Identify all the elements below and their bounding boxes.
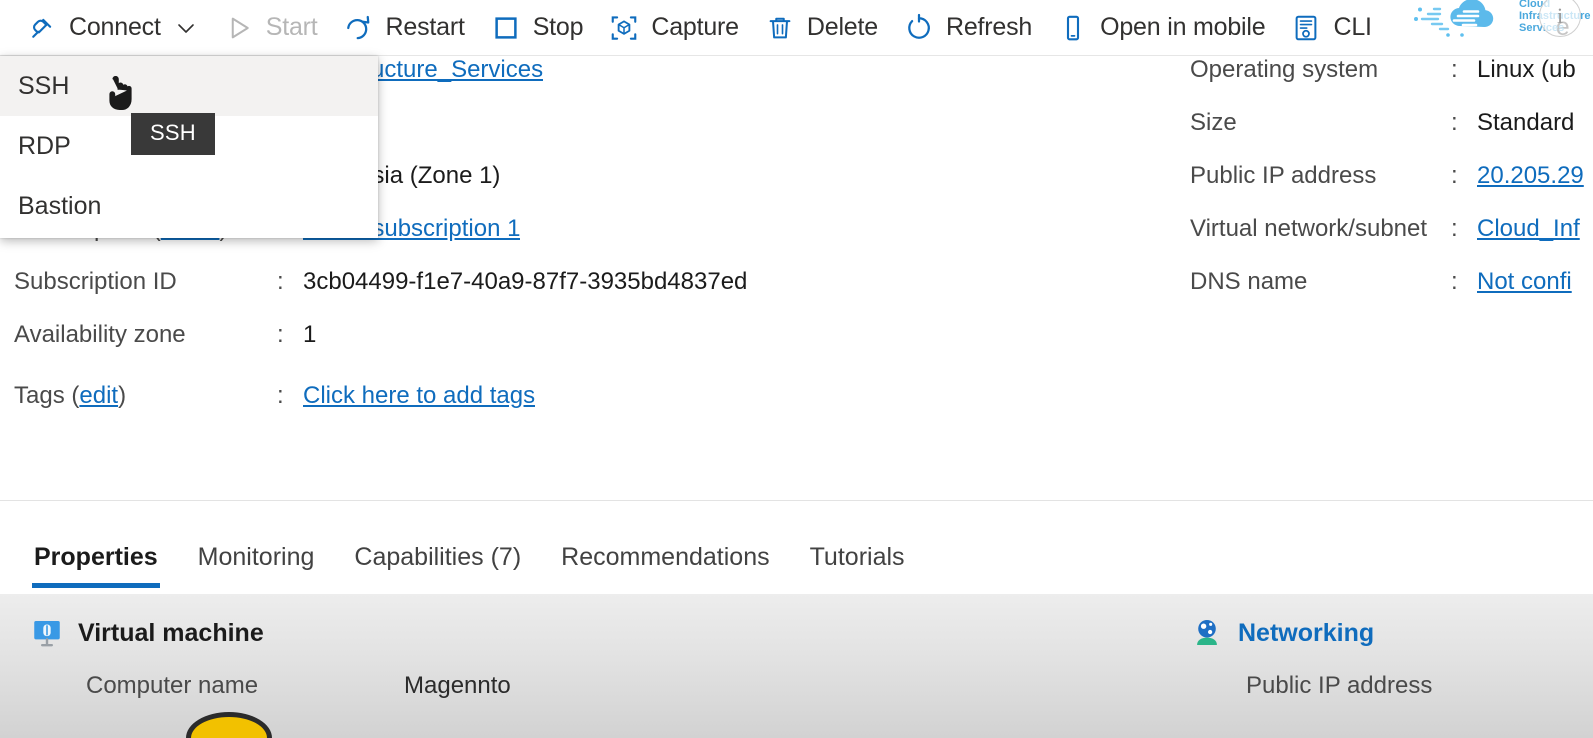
property-value-availability-zone: 1 xyxy=(303,321,317,348)
toolbar-button-refresh[interactable]: Refresh xyxy=(891,0,1045,56)
tab-label-properties: Properties xyxy=(34,543,158,571)
toolbar-button-start: Start xyxy=(211,0,331,56)
panel-value-computer-name: Magennto xyxy=(404,672,511,699)
virtual-machine-icon xyxy=(30,616,64,650)
dropdown-item-ssh[interactable]: SSH xyxy=(0,56,378,116)
property-label-virtual-network-subnet: Virtual network/subnet xyxy=(1190,215,1428,242)
property-value-size: Standard xyxy=(1477,109,1575,136)
chevron-down-icon[interactable] xyxy=(174,16,198,40)
property-label-tags-text: Tags xyxy=(14,382,65,409)
dropdown-label-ssh: SSH xyxy=(18,71,70,100)
property-label-size: Size xyxy=(1190,109,1237,136)
property-row-subscription-id: Subscription ID : 3cb04499-f1e7-40a9-87f… xyxy=(14,268,1164,321)
restart-arrow-icon xyxy=(344,13,374,43)
tab-label-tutorials: Tutorials xyxy=(809,543,905,571)
toolbar-label-cli: CLI xyxy=(1333,13,1372,41)
edit-tags-link[interactable]: edit xyxy=(79,382,118,409)
toolbar-label-connect: Connect xyxy=(69,13,161,41)
tab-label-recommendations: Recommendations xyxy=(561,543,770,571)
panel-virtual-machine: Virtual machine Computer name Magennto xyxy=(30,616,511,700)
toolbar-button-capture[interactable]: Capture xyxy=(596,0,752,56)
property-label-dns-name: DNS name xyxy=(1190,268,1308,295)
property-value-dns-name[interactable]: Not confi xyxy=(1477,268,1572,296)
tab-properties[interactable]: Properties xyxy=(14,543,178,594)
toolbar-label-start: Start xyxy=(265,13,318,41)
toolbar-label-restart: Restart xyxy=(385,13,465,41)
networking-globe-icon xyxy=(1190,616,1224,650)
property-row-operating-system: Operating system : Linux (ub xyxy=(1190,56,1593,109)
panel-header-virtual-machine: Virtual machine xyxy=(30,616,511,650)
property-value-subscription-id: 3cb04499-f1e7-40a9-87f7-3935bd4837ed xyxy=(303,268,748,295)
tab-label-monitoring: Monitoring xyxy=(197,543,315,571)
toolbar-button-open-in-mobile[interactable]: Open in mobile xyxy=(1045,0,1278,56)
toolbar-button-delete[interactable]: Delete xyxy=(752,0,891,56)
toolbar-label-delete: Delete xyxy=(806,13,878,41)
property-label-tags: Tags (edit) xyxy=(14,382,127,409)
panel-key-public-ip-address: Public IP address xyxy=(1246,672,1433,699)
tab-capabilities[interactable]: Capabilities (7) xyxy=(334,543,541,594)
toolbar-label-open-in-mobile: Open in mobile xyxy=(1100,13,1266,41)
cli-console-icon xyxy=(1291,13,1321,43)
tooltip-ssh: SSH xyxy=(131,113,215,155)
dropdown-label-rdp: RDP xyxy=(18,131,71,160)
properties-right-column: Operating system : Linux (ub Size : Stan… xyxy=(1190,56,1593,321)
property-label-public-ip-address: Public IP address xyxy=(1190,162,1377,189)
tab-monitoring[interactable]: Monitoring xyxy=(178,543,335,594)
property-row-dns-name: DNS name : Not confi xyxy=(1190,268,1593,321)
property-row-public-ip-address: Public IP address : 20.205.29 xyxy=(1190,162,1593,215)
property-colon: : xyxy=(1451,56,1458,83)
azure-vm-overview-page: Connect Start Restart Stop Capture Delet… xyxy=(0,0,1593,738)
toolbar-button-connect[interactable]: Connect xyxy=(14,0,211,56)
command-toolbar: Connect Start Restart Stop Capture Delet… xyxy=(0,0,1593,56)
trash-icon xyxy=(765,13,795,43)
property-colon: : xyxy=(277,382,284,409)
refresh-icon xyxy=(904,13,934,43)
detail-tabs: Properties Monitoring Capabilities (7) R… xyxy=(0,501,1593,594)
toolbar-label-truncated: e xyxy=(1555,13,1570,41)
property-colon: : xyxy=(1451,162,1458,189)
property-row-tags: Tags (edit) : Click here to add tags xyxy=(14,382,1164,435)
property-row-availability-zone: Availability zone : 1 xyxy=(14,321,1164,374)
toolbar-label-capture: Capture xyxy=(651,13,739,41)
connect-plug-icon xyxy=(27,13,57,43)
property-label-availability-zone: Availability zone xyxy=(14,321,186,348)
tab-recommendations[interactable]: Recommendations xyxy=(541,543,789,594)
property-colon: : xyxy=(1451,268,1458,295)
toolbar-label-stop: Stop xyxy=(532,13,584,41)
toolbar-button-stop[interactable]: Stop xyxy=(478,0,597,56)
tab-tutorials[interactable]: Tutorials xyxy=(790,543,925,594)
stop-square-icon xyxy=(491,13,521,43)
panel-key-computer-name: Computer name xyxy=(86,672,259,699)
toolbar-label-refresh: Refresh xyxy=(945,13,1033,41)
property-value-public-ip-address[interactable]: 20.205.29 xyxy=(1477,162,1584,190)
property-row-virtual-network-subnet: Virtual network/subnet : Cloud_Inf xyxy=(1190,215,1593,268)
dropdown-item-bastion[interactable]: Bastion xyxy=(0,176,378,236)
tab-label-capabilities: Capabilities (7) xyxy=(354,543,522,571)
panel-header-networking: Networking xyxy=(1190,616,1564,650)
panel-title-networking[interactable]: Networking xyxy=(1238,619,1374,648)
capture-cube-icon xyxy=(609,13,639,43)
panel-row-public-ip-address: Public IP address xyxy=(1246,672,1564,700)
panel-row-computer-name: Computer name Magennto xyxy=(86,672,511,700)
panel-networking: Networking Public IP address xyxy=(1190,616,1564,700)
property-row-size: Size : Standard xyxy=(1190,109,1593,162)
play-icon xyxy=(224,13,254,43)
property-value-virtual-network-subnet[interactable]: Cloud_Inf xyxy=(1477,215,1580,243)
mobile-phone-icon xyxy=(1058,13,1088,43)
property-label-subscription-id: Subscription ID xyxy=(14,268,177,295)
property-value-tags[interactable]: Click here to add tags xyxy=(303,382,535,410)
toolbar-button-restart[interactable]: Restart xyxy=(331,0,478,56)
property-colon: : xyxy=(277,268,284,295)
toolbar-button-truncated[interactable]: e xyxy=(1543,0,1583,56)
property-colon: : xyxy=(277,321,284,348)
property-value-operating-system: Linux (ub xyxy=(1477,56,1576,83)
property-colon: : xyxy=(1451,109,1458,136)
property-label-operating-system: Operating system xyxy=(1190,56,1379,83)
toolbar-button-cli[interactable]: CLI xyxy=(1278,0,1384,56)
property-colon: : xyxy=(1451,215,1458,242)
panel-title-virtual-machine: Virtual machine xyxy=(78,618,264,647)
dropdown-label-bastion: Bastion xyxy=(18,191,102,220)
